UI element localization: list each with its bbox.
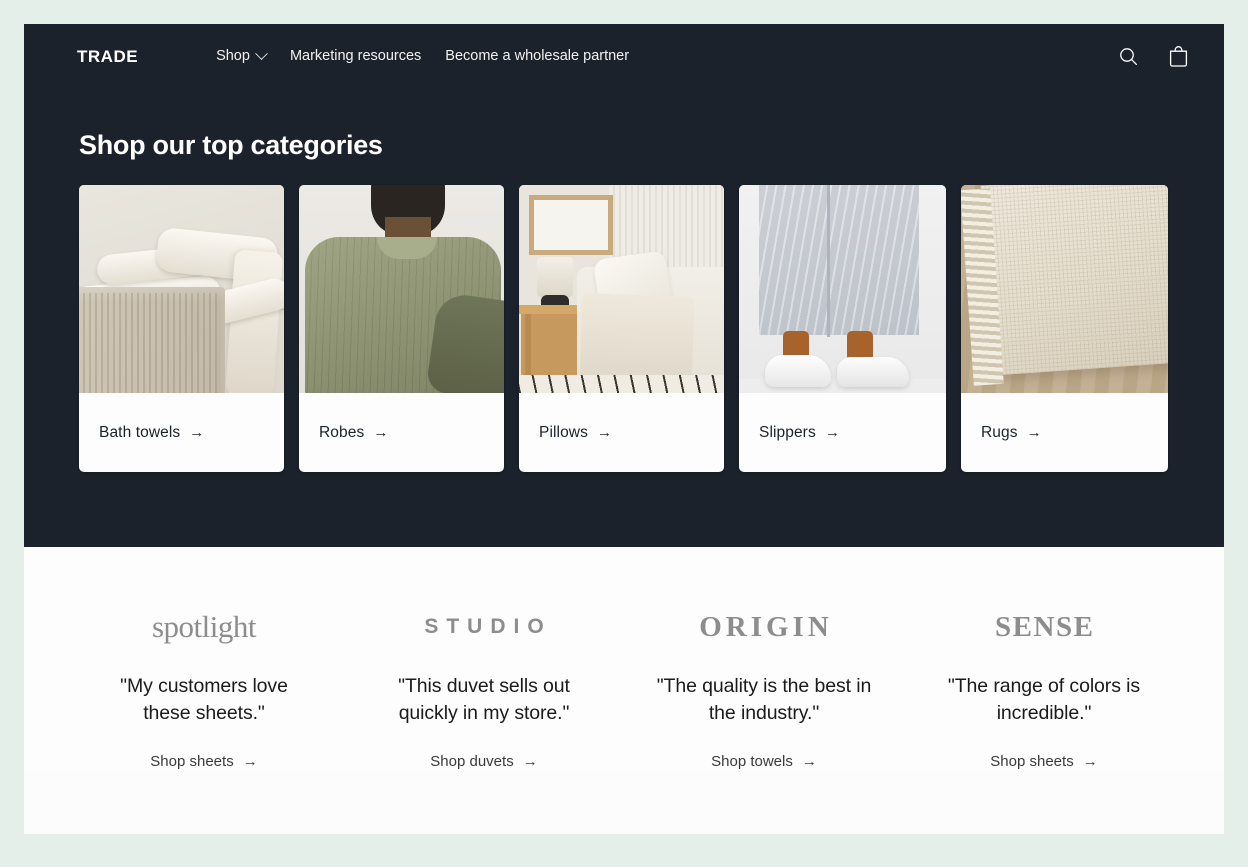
shop-link-sheets[interactable]: Shop sheets →	[150, 753, 257, 770]
arrow-right-icon: →	[1082, 753, 1098, 770]
category-image-robes	[299, 185, 504, 393]
category-label-pillows: Pillows →	[519, 393, 724, 472]
category-image-slippers	[739, 185, 946, 393]
category-label-text: Robes	[319, 423, 365, 441]
arrow-right-icon: →	[824, 424, 840, 441]
arrow-right-icon: →	[189, 424, 205, 441]
arrow-right-icon: →	[596, 424, 613, 441]
cart-button[interactable]	[1164, 42, 1192, 70]
category-card-bath-towels[interactable]: Bath towels →	[79, 185, 284, 472]
top-categories-section: Shop our top categories Bath towels → Ro…	[24, 88, 1224, 547]
testimonials-section: spotlight "My customers love these sheet…	[24, 547, 1224, 771]
arrow-right-icon: →	[801, 753, 817, 770]
brand-logo-spotlight: spotlight	[151, 609, 257, 644]
arrow-right-icon: →	[522, 753, 538, 770]
arrow-right-icon: →	[242, 753, 258, 770]
shop-link-label: Shop sheets	[150, 753, 234, 770]
nav-item-become-a-wholesale-partner[interactable]: Become a wholesale partner	[445, 49, 629, 64]
shop-link-label: Shop sheets	[990, 753, 1074, 770]
header-actions	[1114, 42, 1192, 70]
category-image-rugs	[961, 185, 1168, 393]
nav-item-label: Become a wholesale partner	[445, 47, 630, 64]
category-card-pillows[interactable]: Pillows →	[519, 185, 724, 472]
brand-logo-studio: STUDIO	[424, 615, 552, 638]
category-label-slippers: Slippers →	[739, 393, 946, 472]
category-card-robes[interactable]: Robes →	[299, 185, 504, 472]
category-label-text: Rugs	[981, 423, 1018, 441]
testimonial-spotlight: spotlight "My customers love these sheet…	[64, 605, 344, 771]
category-card-row: Bath towels → Robes → Pillows → Slippers…	[79, 185, 1169, 472]
main-navigation: Shop Marketing resources Become a wholes…	[216, 46, 629, 64]
category-label-bath-towels: Bath towels →	[79, 393, 284, 472]
category-label-text: Slippers	[759, 423, 816, 441]
category-label-text: Bath towels	[99, 423, 181, 441]
nav-item-label: Shop	[216, 47, 250, 64]
nav-item-shop[interactable]: Shop	[216, 46, 268, 64]
search-button[interactable]	[1114, 42, 1142, 70]
shop-link-sheets-2[interactable]: Shop sheets →	[990, 753, 1097, 770]
testimonial-quote: "My customers love these sheets."	[120, 675, 288, 724]
testimonial-quote: "The quality is the best in the industry…	[656, 675, 872, 724]
category-card-slippers[interactable]: Slippers →	[739, 185, 946, 472]
brand-logo-sense: SENSE	[995, 610, 1095, 643]
testimonial-origin: ORIGIN "The quality is the best in the i…	[624, 605, 904, 771]
shop-link-label: Shop towels	[711, 753, 793, 770]
testimonial-quote: "The range of colors is incredible."	[947, 675, 1141, 724]
brand-logo-origin: ORIGIN	[699, 610, 833, 643]
shop-link-duvets[interactable]: Shop duvets →	[430, 753, 537, 770]
category-label-rugs: Rugs →	[961, 393, 1168, 472]
section-title: Shop our top categories	[79, 130, 383, 160]
page-container: TRADE Shop Marketing resources Become a …	[24, 24, 1224, 834]
nav-item-label: Marketing resources	[289, 47, 422, 64]
testimonial-studio: STUDIO "This duvet sells out quickly in …	[344, 605, 624, 771]
brand-logo[interactable]: TRADE	[77, 48, 138, 65]
nav-item-marketing-resources[interactable]: Marketing resources	[290, 49, 421, 64]
category-label-text: Pillows	[539, 423, 588, 441]
arrow-right-icon: →	[373, 424, 389, 441]
site-header: TRADE Shop Marketing resources Become a …	[24, 24, 1224, 88]
category-card-rugs[interactable]: Rugs →	[961, 185, 1168, 472]
category-label-robes: Robes →	[299, 393, 504, 472]
testimonial-sense: SENSE "The range of colors is incredible…	[904, 605, 1184, 771]
chevron-down-icon	[255, 46, 268, 60]
category-image-pillows	[519, 185, 724, 393]
testimonial-quote: "This duvet sells out quickly in my stor…	[398, 675, 570, 724]
shop-link-towels[interactable]: Shop towels →	[711, 753, 817, 770]
shopping-bag-icon	[1169, 45, 1187, 67]
search-icon	[1119, 47, 1137, 65]
shop-link-label: Shop duvets	[430, 753, 514, 770]
category-image-bath-towels	[79, 185, 284, 393]
arrow-right-icon: →	[1026, 424, 1042, 441]
